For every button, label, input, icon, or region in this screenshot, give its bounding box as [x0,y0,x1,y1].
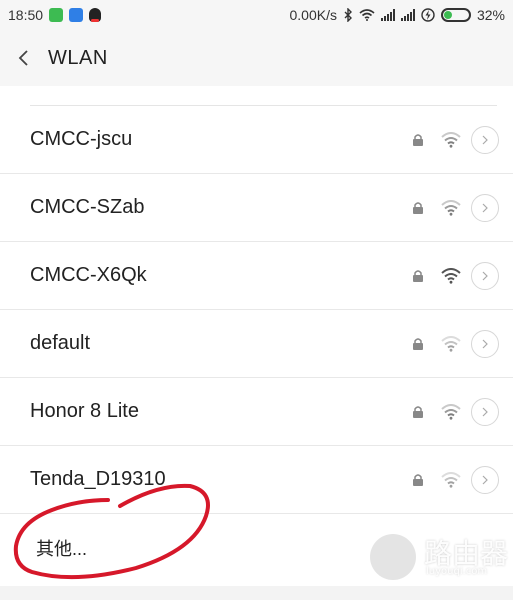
green-app-icon [49,8,64,22]
status-time: 18:50 [8,7,44,23]
wifi-ssid: default [30,332,91,354]
wifi-signal-icon [441,199,461,216]
page-title: WLAN [48,46,108,69]
wifi-ssid: CMCC-SZab [30,196,145,218]
lock-icon [413,473,423,486]
wifi-ssid: Honor 8 Lite [30,400,139,422]
lock-icon [413,269,423,282]
watermark-subtitle: luyouqi.com [426,566,488,577]
wifi-signal-icon [441,335,461,352]
wifi-signal-icon [441,131,461,148]
network-speed: 0.00K/s [289,7,337,23]
chevron-right-icon [482,271,488,280]
chevron-right-icon [482,475,488,484]
wifi-signal-icon [441,471,461,488]
network-details-button[interactable] [471,329,499,358]
watermark: 路由器 luyouqi.com [370,528,510,588]
bluetooth-icon [344,8,352,22]
wifi-signal-icon [441,403,461,420]
back-arrow-icon [18,50,28,66]
lock-icon [413,133,423,146]
wifi-network-item[interactable]: default [0,310,513,378]
wifi-ssid: CMCC-jscu [30,128,133,150]
wifi-network-item[interactable]: CMCC-X6Qk [0,242,513,310]
chevron-right-icon [482,203,488,212]
wifi-network-item[interactable]: CMCC-jscu [0,106,513,174]
back-button[interactable] [0,30,48,86]
chevron-right-icon [482,407,488,416]
qq-icon [89,8,102,22]
lock-icon [413,201,423,214]
annotation-circle [13,483,210,580]
network-details-button[interactable] [471,465,499,494]
status-bar: 18:50 0.00K/s 32% [0,0,513,30]
blue-shield-icon [69,8,84,22]
app-bar: WLAN [0,30,513,86]
network-details-button[interactable] [471,397,499,426]
router-logo-icon [370,534,416,580]
wifi-ssid: CMCC-X6Qk [30,264,147,286]
chevron-right-icon [482,135,488,144]
battery-icon [440,8,471,22]
battery-percent: 32% [476,7,505,23]
bottom-strip [0,586,513,600]
network-details-button[interactable] [471,193,499,222]
wifi-icon [359,9,375,21]
list-top-divider [30,86,497,106]
network-details-button[interactable] [471,125,499,154]
status-right: 0.00K/s 32% [289,7,505,23]
charging-icon [421,8,435,22]
wifi-network-item[interactable]: Honor 8 Lite [0,378,513,446]
status-left: 18:50 [8,7,102,23]
wifi-network-item[interactable]: CMCC-SZab [0,174,513,242]
chevron-right-icon [482,339,488,348]
signal-icon [380,9,395,21]
wifi-signal-icon [441,267,461,284]
signal-icon [400,9,415,21]
lock-icon [413,405,423,418]
lock-icon [413,337,423,350]
network-details-button[interactable] [471,261,499,290]
